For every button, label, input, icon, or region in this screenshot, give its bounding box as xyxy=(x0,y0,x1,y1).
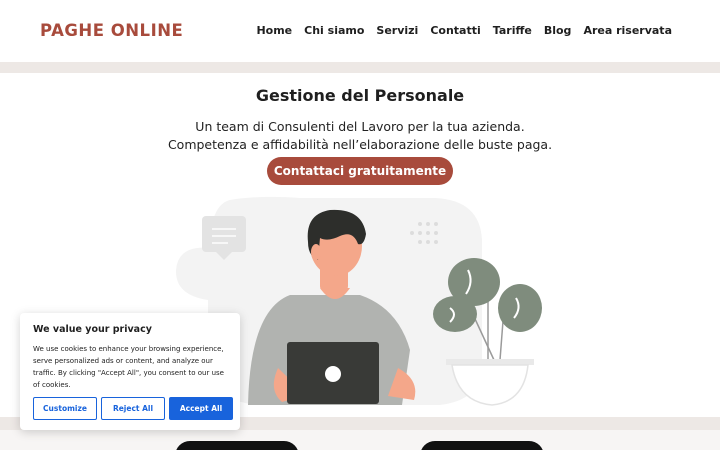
accept-all-button[interactable]: Accept All xyxy=(169,397,233,420)
top-divider-band xyxy=(0,62,720,73)
hero-subtitle-line-1: Un team di Consulenti del Lavoro per la … xyxy=(195,119,525,134)
reject-all-button[interactable]: Reject All xyxy=(101,397,165,420)
cookie-title: We value your privacy xyxy=(33,324,152,335)
dark-card-left xyxy=(175,441,299,450)
nav-item-blog[interactable]: Blog xyxy=(544,24,572,37)
hero-title: Gestione del Personale xyxy=(255,86,465,105)
cookie-description: We use cookies to enhance your browsing … xyxy=(33,345,224,389)
bottom-section xyxy=(0,430,720,450)
nav-item-servizi[interactable]: Servizi xyxy=(376,24,418,37)
customize-button[interactable]: Customize xyxy=(33,397,97,420)
contact-cta-button[interactable]: Contattaci gratuitamente xyxy=(267,157,453,185)
nav-item-area-riservata[interactable]: Area riservata xyxy=(583,24,672,37)
main-nav: Home Chi siamo Servizi Contatti Tariffe … xyxy=(244,24,672,37)
nav-item-tariffe[interactable]: Tariffe xyxy=(493,24,532,37)
cookie-consent-banner: We value your privacy We use cookies to … xyxy=(20,313,240,430)
nav-item-contatti[interactable]: Contatti xyxy=(430,24,480,37)
nav-item-chi-siamo[interactable]: Chi siamo xyxy=(304,24,364,37)
cookie-button-group: Customize Reject All Accept All xyxy=(33,397,233,420)
dark-card-right xyxy=(420,441,544,450)
hero-subtitle-line-2: Competenza e affidabilità nell’elaborazi… xyxy=(167,137,553,152)
laptop-icon xyxy=(287,342,379,404)
nav-item-home[interactable]: Home xyxy=(256,24,292,37)
site-logo[interactable]: PAGHE ONLINE xyxy=(40,21,183,40)
site-header: PAGHE ONLINE Home Chi siamo Servizi Cont… xyxy=(0,0,720,62)
